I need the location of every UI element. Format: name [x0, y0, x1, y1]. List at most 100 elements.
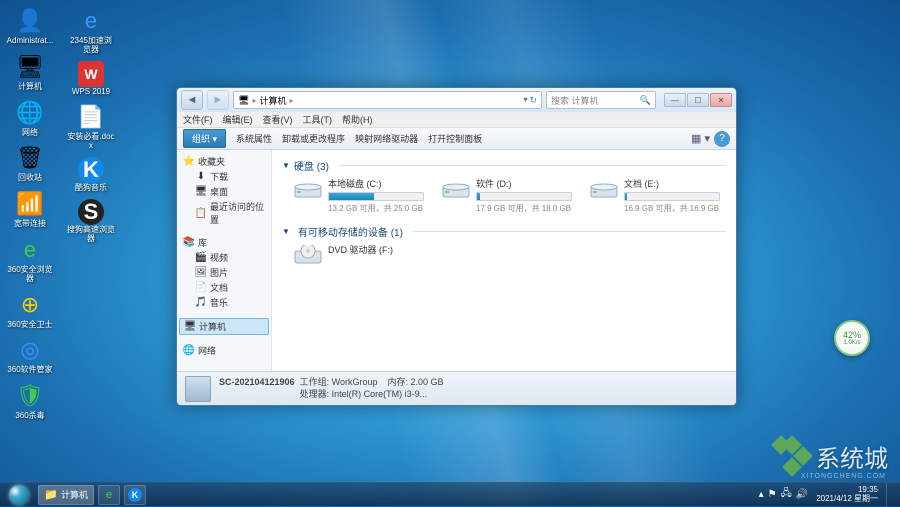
desktop-icon-computer[interactable]: 🖥计算机 — [4, 50, 56, 94]
browser-icon: e — [102, 488, 116, 502]
desktop-icon-wps[interactable]: WWPS 2019 — [65, 59, 117, 99]
explorer-window: ◄ ► 🖥 ▸ 计算机 ▸ ▾ ↻ 搜索 计算机 🔍 — ☐ ✕ 文件(F) 编… — [176, 87, 737, 406]
browser-icon: e — [76, 6, 106, 36]
menu-file[interactable]: 文件(F) — [183, 113, 213, 126]
drive-dvd[interactable]: DVD 驱动器 (F:) — [294, 243, 424, 267]
sidebar-music[interactable]: 🎵音乐 — [179, 295, 269, 310]
desktop-icon-360soft[interactable]: ◎360软件管家 — [4, 333, 56, 377]
sidebar-documents[interactable]: 📄文档 — [179, 280, 269, 295]
chevron-right-icon: ▸ — [252, 96, 256, 105]
user-icon: 👤 — [15, 6, 45, 36]
show-desktop-button[interactable] — [886, 483, 894, 507]
desktop-icon-recycle[interactable]: 🗑回收站 — [4, 141, 56, 185]
desktop-icon-admin[interactable]: 👤Administrat... — [4, 4, 56, 48]
network-icon[interactable]: 🖧 — [781, 486, 792, 503]
toolbar-uninstall[interactable]: 卸载或更改程序 — [282, 132, 345, 145]
network-icon: 🌐 — [183, 345, 195, 357]
desktop-icon-network[interactable]: 🌐网络 — [4, 96, 56, 140]
watermark-logo-icon — [774, 438, 810, 474]
gear-icon: ◎ — [15, 335, 45, 365]
taskbar-app-explorer[interactable]: 📁计算机 — [38, 485, 94, 505]
taskbar-pin-kugou[interactable]: K — [124, 485, 146, 505]
music-icon: K — [78, 157, 104, 183]
view-options-icon[interactable]: ▦ ▾ — [691, 132, 710, 145]
address-bar[interactable]: 🖥 ▸ 计算机 ▸ ▾ ↻ — [233, 91, 542, 109]
sidebar-pictures[interactable]: 🖼图片 — [179, 265, 269, 280]
drive-c[interactable]: 本地磁盘 (C:) 13.2 GB 可用，共 25.0 GB — [294, 177, 424, 214]
desktop-icon: 🖥 — [195, 186, 207, 198]
dropdown-icon[interactable]: ▾ — [523, 95, 527, 106]
address-segment[interactable]: 计算机 — [259, 94, 286, 107]
toolbar-control-panel[interactable]: 打开控制面板 — [428, 132, 482, 145]
desktop-icon-360safe[interactable]: ⊕360安全卫士 — [4, 288, 56, 332]
clock-date: 2021/4/12 星期一 — [816, 495, 878, 504]
recent-icon: 📋 — [195, 207, 207, 219]
sidebar-videos[interactable]: 🎬视频 — [179, 250, 269, 265]
menu-tools[interactable]: 工具(T) — [303, 113, 333, 126]
sidebar-downloads[interactable]: ⬇下载 — [179, 169, 269, 184]
watermark-text: 系统城 — [816, 439, 888, 474]
drive-d[interactable]: 软件 (D:) 17.9 GB 可用，共 18.0 GB — [442, 177, 572, 214]
category-removable[interactable]: ▼有可移动存储的设备 (1) — [282, 224, 726, 239]
chevron-right-icon: ▸ — [289, 96, 293, 105]
drive-capacity: 16.9 GB 可用，共 16.9 GB — [624, 203, 720, 214]
document-icon: 📄 — [76, 102, 106, 132]
desktop-icon-broadband[interactable]: 📶宽带连接 — [4, 187, 56, 231]
watermark-url: XITONGCHENG.COM — [801, 473, 886, 480]
computer-name: SC-202104121906 — [219, 377, 295, 387]
desktop-icon-sogou[interactable]: S搜狗高速浏览器 — [65, 197, 117, 246]
widget-percent: 42% — [843, 330, 861, 340]
category-hdd[interactable]: ▼硬盘 (3) — [282, 158, 726, 173]
start-button[interactable] — [2, 484, 36, 506]
close-button[interactable]: ✕ — [710, 93, 732, 107]
toolbar-map-drive[interactable]: 映射网络驱动器 — [355, 132, 418, 145]
taskbar-clock[interactable]: 19:35 2021/4/12 星期一 — [812, 486, 882, 504]
desktop-icon-2345[interactable]: e2345加速浏览器 — [65, 4, 117, 57]
search-placeholder: 搜索 计算机 — [551, 94, 599, 107]
wps-icon: W — [78, 61, 104, 87]
dvd-icon — [294, 243, 322, 267]
volume-icon[interactable]: 🔊 — [796, 489, 808, 500]
sidebar-favorites[interactable]: ⭐收藏夹 — [179, 154, 269, 169]
taskbar: 📁计算机 e K ▴ ⚑ 🖧 🔊 19:35 2021/4/12 星期一 — [0, 482, 900, 506]
hdd-icon — [590, 177, 618, 201]
desktop-icon-360av[interactable]: 🛡360杀毒 — [4, 379, 56, 423]
organize-button[interactable]: 组织 ▾ — [183, 129, 226, 148]
maximize-button[interactable]: ☐ — [687, 93, 709, 107]
content-pane: ▼硬盘 (3) 本地磁盘 (C:) 13.2 GB 可用，共 25.0 GB 软… — [272, 150, 736, 371]
menu-edit[interactable]: 编辑(E) — [223, 113, 253, 126]
back-button[interactable]: ◄ — [181, 90, 203, 110]
tray-up-icon[interactable]: ▴ — [759, 489, 764, 500]
statusbar: SC-202104121906 工作组: WorkGroup 内存: 2.00 … — [177, 371, 736, 405]
browser-icon: e — [15, 235, 45, 265]
desktop-icon-doc[interactable]: 📄安装必看.docx — [65, 100, 117, 153]
desktop-icon-360browser[interactable]: e360安全浏览器 — [4, 233, 56, 286]
refresh-icon[interactable]: ↻ — [529, 95, 537, 106]
taskbar-pin-browser[interactable]: e — [98, 485, 120, 505]
toolbar-properties[interactable]: 系统属性 — [236, 132, 272, 145]
drive-e[interactable]: 文档 (E:) 16.9 GB 可用，共 16.9 GB — [590, 177, 720, 214]
computer-icon: 🖥 — [238, 95, 249, 106]
sidebar-network[interactable]: 🌐网络 — [179, 343, 269, 358]
drive-name: DVD 驱动器 (F:) — [328, 243, 424, 256]
shield-icon: ⊕ — [15, 290, 45, 320]
speed-widget[interactable]: 42% 1.0K/s — [834, 320, 870, 356]
sidebar-libraries[interactable]: 📚库 — [179, 235, 269, 250]
flag-icon[interactable]: ⚑ — [768, 489, 777, 500]
sidebar-computer[interactable]: 🖥计算机 — [179, 318, 269, 335]
network-icon: 🌐 — [15, 98, 45, 128]
menu-view[interactable]: 查看(V) — [263, 113, 293, 126]
menu-help[interactable]: 帮助(H) — [342, 113, 373, 126]
forward-button[interactable]: ► — [207, 90, 229, 110]
minimize-button[interactable]: — — [664, 93, 686, 107]
desktop: 👤Administrat... 🖥计算机 🌐网络 🗑回收站 📶宽带连接 e360… — [4, 4, 124, 474]
triangle-down-icon: ▼ — [282, 227, 290, 236]
search-input[interactable]: 搜索 计算机 🔍 — [546, 91, 656, 109]
windows-logo-icon — [9, 485, 29, 505]
shield-icon: 🛡 — [15, 381, 45, 411]
help-icon[interactable]: ? — [714, 131, 730, 147]
sidebar-desktop[interactable]: 🖥桌面 — [179, 184, 269, 199]
drive-capacity: 17.9 GB 可用，共 18.0 GB — [476, 203, 572, 214]
desktop-icon-kugou[interactable]: K酷狗音乐 — [65, 155, 117, 195]
sidebar-recent[interactable]: 📋最近访问的位置 — [179, 199, 269, 227]
